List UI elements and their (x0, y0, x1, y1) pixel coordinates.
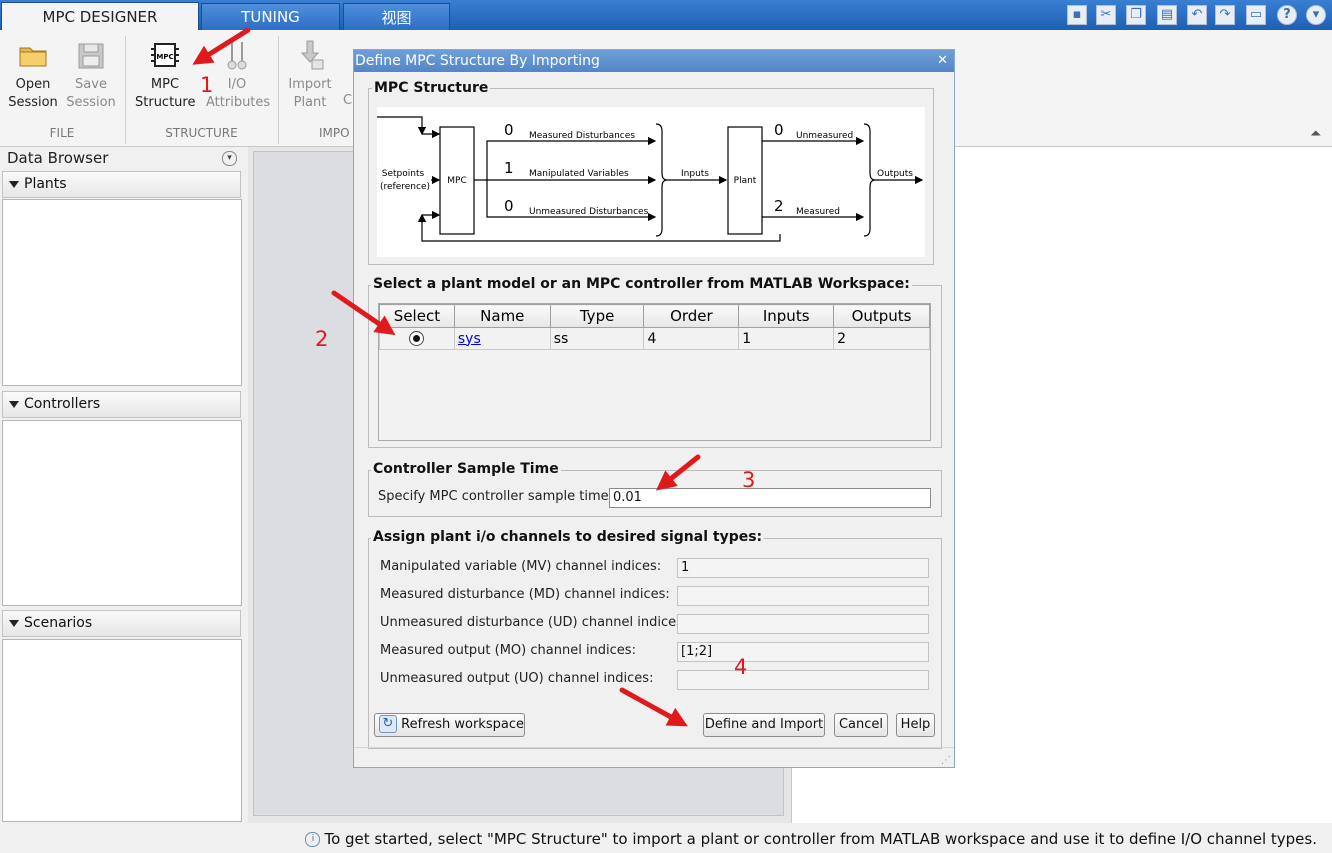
annotation-arrow-3 (655, 454, 701, 491)
annotation-arrow-4 (619, 687, 688, 727)
status-bar: i To get started, select "MPC Structure" … (0, 825, 1332, 853)
annotation-3: 3 (742, 468, 756, 492)
annotation-arrow-2 (331, 290, 396, 336)
annotation-4: 4 (734, 655, 748, 679)
annotation-arrows (192, 27, 701, 727)
annotation-2: 2 (315, 327, 329, 351)
status-text: To get started, select "MPC Structure" t… (324, 830, 1317, 848)
annotation-arrow-1 (192, 27, 251, 65)
info-icon: i (305, 832, 321, 847)
annotation-1: 1 (200, 73, 214, 97)
